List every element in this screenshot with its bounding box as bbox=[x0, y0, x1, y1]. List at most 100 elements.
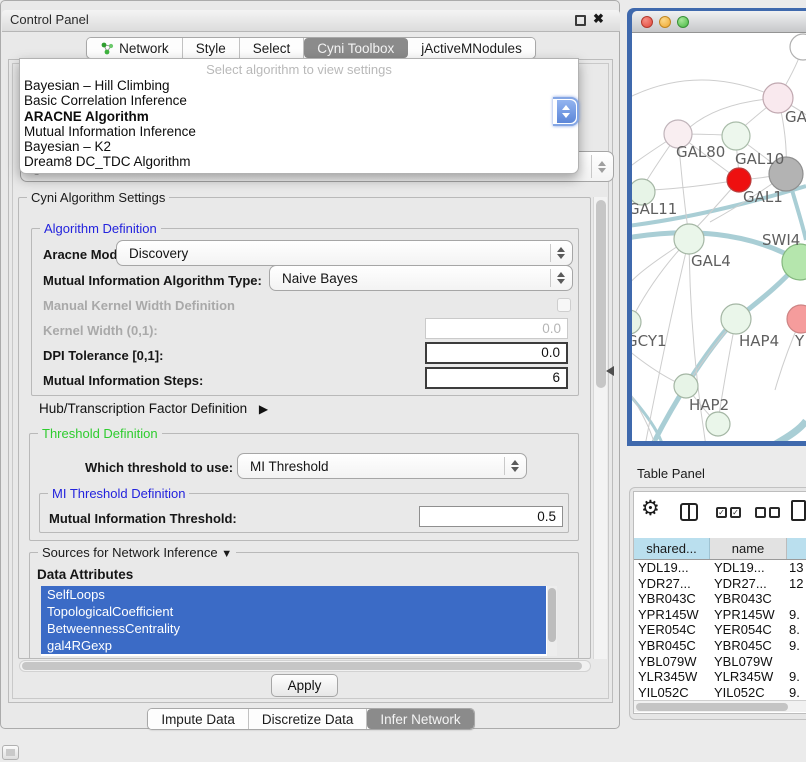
column-header-shared[interactable]: shared... bbox=[634, 538, 710, 559]
tab-label: Impute Data bbox=[161, 709, 235, 730]
combo-stepper-icon bbox=[557, 272, 565, 284]
tab-discretize-data[interactable]: Discretize Data bbox=[249, 709, 368, 729]
dpi-tolerance-field[interactable]: 0.0 bbox=[425, 342, 568, 364]
table-cell: 9. bbox=[787, 607, 806, 623]
network-node-gal4[interactable] bbox=[674, 224, 704, 254]
scrollbar-thumb[interactable] bbox=[22, 662, 582, 670]
data-attributes-list[interactable]: SelfLoopsTopologicalCoefficientBetweenne… bbox=[41, 586, 557, 656]
attribute-item-gal4rgexp[interactable]: gal4RGexp bbox=[41, 637, 546, 654]
kernel-width-label: Kernel Width (0,1): bbox=[43, 323, 158, 338]
mac-minimize-button[interactable] bbox=[659, 16, 671, 28]
table-cell: YIL052C bbox=[710, 685, 787, 700]
deselect-all-icon[interactable] bbox=[769, 507, 780, 518]
bottom-left-grip-button[interactable] bbox=[2, 745, 19, 760]
manual-kernel-checkbox[interactable] bbox=[557, 298, 571, 312]
table-cell: 9. bbox=[787, 685, 806, 700]
table-header-row: shared...name bbox=[634, 538, 806, 560]
mi-type-label: Mutual Information Algorithm Type: bbox=[43, 273, 262, 288]
attribute-item-betweennesscentrality[interactable]: BetweennessCentrality bbox=[41, 620, 546, 637]
scrollbar-thumb[interactable] bbox=[596, 200, 606, 388]
attribute-item-selfloops[interactable]: SelfLoops bbox=[41, 586, 546, 603]
attributes-scrollbar[interactable] bbox=[547, 586, 557, 656]
algorithm-option-basic-correlation-inference[interactable]: Basic Correlation Inference bbox=[20, 93, 578, 108]
node-label-gal1: GAL1 bbox=[743, 188, 783, 206]
algorithm-option-dream8-dc-tdc-algorithm[interactable]: Dream8 DC_TDC Algorithm bbox=[20, 154, 578, 169]
algorithm-option-mutual-information-inference[interactable]: Mutual Information Inference bbox=[20, 124, 578, 139]
algorithm-option-bayesian-hill-climbing[interactable]: Bayesian – Hill Climbing bbox=[20, 78, 578, 93]
float-window-icon[interactable] bbox=[575, 15, 586, 26]
table-row[interactable]: YBL079WYBL079W bbox=[634, 654, 806, 670]
column-split-icon[interactable] bbox=[680, 503, 698, 521]
network-node-y[interactable] bbox=[787, 305, 806, 333]
table-cell: YBL079W bbox=[710, 654, 787, 670]
table-horizontal-scrollbar[interactable] bbox=[634, 700, 806, 712]
node-label-gal4: GAL4 bbox=[691, 252, 731, 270]
network-node-hap4[interactable] bbox=[721, 304, 751, 334]
mi-threshold-group-title: MI Threshold Definition bbox=[48, 486, 189, 501]
table-row[interactable]: YER054CYER054C8. bbox=[634, 622, 806, 638]
scrollbar-thumb[interactable] bbox=[548, 588, 556, 642]
aracne-mode-combo[interactable]: Discovery bbox=[116, 240, 573, 266]
tab-network[interactable]: Network bbox=[87, 38, 183, 58]
threshold-definition-title: Threshold Definition bbox=[38, 426, 162, 441]
select-all-check-icon[interactable]: ✓ bbox=[716, 507, 727, 518]
table-row[interactable]: YLR345WYLR345W9. bbox=[634, 669, 806, 685]
attribute-item-topologicalcoefficient[interactable]: TopologicalCoefficient bbox=[41, 603, 546, 620]
tab-label: jActiveMNodules bbox=[421, 38, 522, 59]
tab-infer-network[interactable]: Infer Network bbox=[367, 709, 473, 729]
scrollbar-thumb[interactable] bbox=[636, 703, 788, 711]
mi-type-combo[interactable]: Naive Bayes bbox=[269, 265, 573, 291]
table-cell bbox=[787, 654, 806, 670]
network-node-gcy1[interactable] bbox=[632, 310, 641, 334]
node-label-gal: GAL bbox=[785, 108, 806, 126]
apply-button[interactable]: Apply bbox=[271, 674, 338, 697]
close-icon[interactable]: ✖ bbox=[593, 11, 604, 27]
export-table-icon[interactable] bbox=[791, 500, 806, 521]
algorithm-option-aracne-algorithm[interactable]: ARACNE Algorithm bbox=[20, 109, 578, 124]
network-node[interactable] bbox=[706, 412, 730, 436]
network-node-hap2[interactable] bbox=[674, 374, 698, 398]
table-row[interactable]: YIL052CYIL052C9. bbox=[634, 685, 806, 700]
column-header-partial[interactable] bbox=[787, 538, 806, 559]
gear-icon[interactable]: ⚙ bbox=[641, 498, 660, 520]
mi-steps-field[interactable]: 6 bbox=[425, 367, 568, 389]
table-cell bbox=[787, 591, 806, 607]
algorithm-combo-stepper-fragment[interactable] bbox=[553, 97, 579, 126]
mac-zoom-button[interactable] bbox=[677, 16, 689, 28]
table-row[interactable]: YDL19...YDL19...13 bbox=[634, 560, 806, 576]
settings-vertical-scrollbar[interactable] bbox=[593, 197, 607, 659]
deselect-all-icon[interactable] bbox=[755, 507, 766, 518]
control-panel-titlebar[interactable] bbox=[2, 10, 620, 32]
combo-divider bbox=[591, 155, 592, 178]
mac-close-button[interactable] bbox=[641, 16, 653, 28]
network-node-gal10[interactable] bbox=[722, 122, 750, 150]
select-all-check-icon[interactable]: ✓ bbox=[730, 507, 741, 518]
node-label-gal11: GAL11 bbox=[632, 200, 677, 218]
settings-horizontal-scrollbar[interactable] bbox=[19, 660, 591, 672]
mi-type-value: Naive Bayes bbox=[282, 266, 358, 292]
kernel-width-field[interactable]: 0.0 bbox=[425, 318, 568, 339]
tab-cyni-toolbox[interactable]: Cyni Toolbox bbox=[304, 38, 408, 58]
table-row[interactable]: YBR045CYBR045C9. bbox=[634, 638, 806, 654]
tab-style[interactable]: Style bbox=[183, 38, 240, 58]
algorithm-option-bayesian-k2[interactable]: Bayesian – K2 bbox=[20, 139, 578, 154]
table-row[interactable]: YDR27...YDR27...12 bbox=[634, 576, 806, 592]
tab-jactivemnodules[interactable]: jActiveMNodules bbox=[408, 38, 535, 58]
tab-select[interactable]: Select bbox=[240, 38, 305, 58]
mi-threshold-field[interactable]: 0.5 bbox=[419, 506, 563, 527]
collapse-left-icon[interactable] bbox=[606, 366, 614, 376]
hub-definition-toggle[interactable]: Hub/Transcription Factor Definition ▶ bbox=[39, 401, 268, 416]
table-cell: YDR27... bbox=[634, 576, 710, 592]
table-row[interactable]: YPR145WYPR145W9. bbox=[634, 607, 806, 623]
table-row[interactable]: YBR043CYBR043C bbox=[634, 591, 806, 607]
dpi-tolerance-label: DPI Tolerance [0,1]: bbox=[43, 348, 163, 363]
which-threshold-combo[interactable]: MI Threshold bbox=[237, 453, 527, 479]
sources-group-title[interactable]: Sources for Network Inference ▼ bbox=[38, 545, 236, 560]
mi-threshold-label: Mutual Information Threshold: bbox=[49, 511, 237, 526]
network-node[interactable] bbox=[790, 34, 806, 60]
tab-impute-data[interactable]: Impute Data bbox=[148, 709, 249, 729]
network-canvas[interactable]: GALGAL80GAL10GAL1GAL11GAL4SWI4GCY1HAP4YH… bbox=[632, 33, 806, 441]
column-header-name[interactable]: name bbox=[710, 538, 787, 559]
table-cell: YBR045C bbox=[710, 638, 787, 654]
hub-definition-label: Hub/Transcription Factor Definition bbox=[39, 401, 247, 416]
